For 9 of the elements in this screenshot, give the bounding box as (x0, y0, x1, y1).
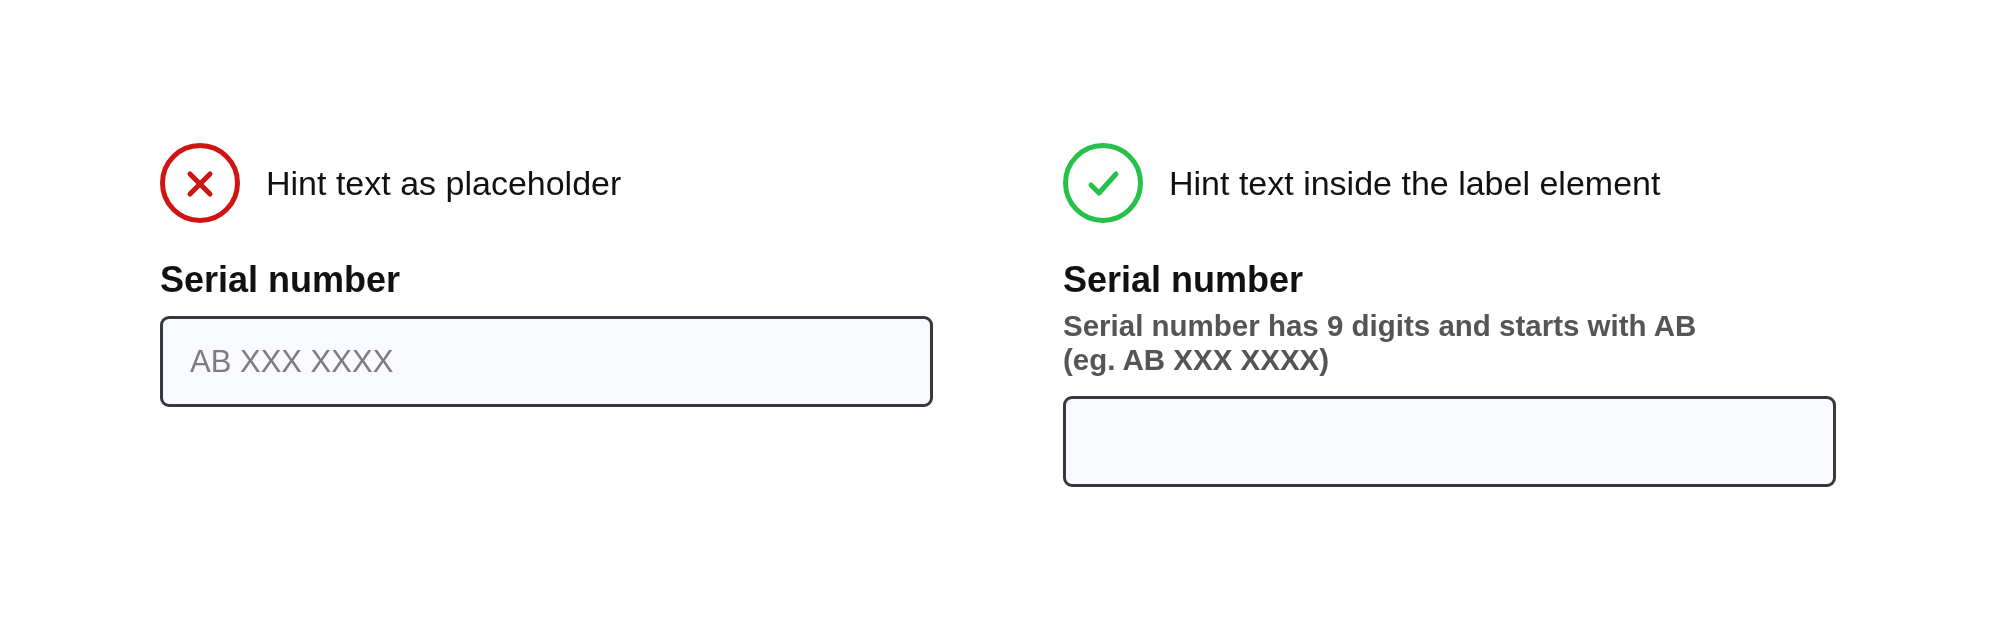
example-caption: Hint text inside the label element (1169, 163, 1661, 203)
field-label: Serial number (1063, 259, 1304, 301)
hint-text: Serial number has 9 digits and starts with AB (eg. AB XXX XXXX) (1063, 309, 1697, 377)
text-input-field[interactable]: AB XXX XXXX (160, 316, 933, 407)
check-circle-icon (1063, 143, 1143, 223)
example-caption: Hint text as placeholder (266, 163, 622, 203)
field-label: Serial number (160, 259, 401, 301)
cross-circle-icon (160, 143, 240, 223)
text-input-field[interactable] (1063, 396, 1836, 487)
